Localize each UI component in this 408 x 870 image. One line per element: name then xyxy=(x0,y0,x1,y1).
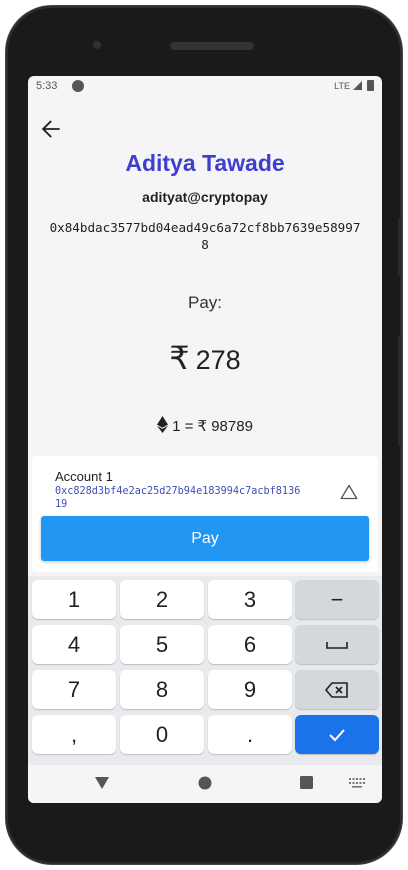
nav-recents-icon[interactable] xyxy=(300,776,313,789)
app-screen: 5:33 LTE Aditya Tawade adityat@cryptopay… xyxy=(28,76,382,803)
warning-triangle-icon[interactable] xyxy=(340,484,358,500)
navigation-bar xyxy=(28,765,382,803)
key-comma[interactable]: , xyxy=(32,715,116,754)
ethereum-icon xyxy=(157,416,169,433)
currency-symbol: ₹ xyxy=(169,340,190,376)
key-backspace[interactable] xyxy=(295,670,379,709)
payee-address: 0x84bdac3577bd04ead49c6a72cf8bb7639e5899… xyxy=(49,220,361,252)
payee-name: Aditya Tawade xyxy=(125,150,285,176)
key-3[interactable]: 3 xyxy=(208,580,292,619)
nav-home-icon[interactable] xyxy=(198,776,212,790)
front-camera xyxy=(92,40,102,50)
key-space[interactable] xyxy=(295,625,379,664)
exchange-rate-text: 1 = ₹ 98789 xyxy=(172,418,253,435)
power-button xyxy=(398,336,402,446)
key-6[interactable]: 6 xyxy=(208,625,292,664)
checkmark-icon xyxy=(329,728,345,741)
status-bar: 5:33 LTE xyxy=(28,76,382,98)
keyboard-switch-icon[interactable] xyxy=(349,778,365,788)
key-0[interactable]: 0 xyxy=(120,715,204,754)
key-7[interactable]: 7 xyxy=(32,670,116,709)
amount-value: 278 xyxy=(195,345,241,375)
earpiece-speaker xyxy=(170,42,254,50)
payee-handle: adityat@cryptopay xyxy=(142,189,268,205)
network-type: LTE xyxy=(334,81,350,91)
key-8[interactable]: 8 xyxy=(120,670,204,709)
nav-back-icon[interactable] xyxy=(95,777,109,789)
key-done[interactable] xyxy=(295,715,379,754)
pay-button[interactable]: Pay xyxy=(41,516,369,561)
signal-icon xyxy=(353,81,362,90)
numeric-keyboard: 1 2 3 − 4 5 6 7 8 9 , 0 . xyxy=(28,576,382,765)
key-5[interactable]: 5 xyxy=(120,625,204,664)
status-time: 5:33 xyxy=(36,80,58,92)
key-9[interactable]: 9 xyxy=(208,670,292,709)
amount-display[interactable]: ₹278 xyxy=(28,339,382,377)
account-card[interactable]: Account 1 0xc828d3bf4e2ac25d27b94e183994… xyxy=(32,456,378,572)
back-arrow-icon[interactable] xyxy=(38,116,64,142)
key-4[interactable]: 4 xyxy=(32,625,116,664)
exchange-rate: 1 = ₹ 98789 xyxy=(28,416,382,435)
key-2[interactable]: 2 xyxy=(120,580,204,619)
backspace-icon xyxy=(325,681,348,698)
volume-button xyxy=(398,218,402,276)
key-1[interactable]: 1 xyxy=(32,580,116,619)
pay-label: Pay: xyxy=(187,293,223,312)
key-period[interactable]: . xyxy=(208,715,292,754)
sync-icon xyxy=(72,80,84,92)
account-address: 0xc828d3bf4e2ac25d27b94e183994c7acbf8136… xyxy=(55,486,301,510)
key-minus[interactable]: − xyxy=(295,580,379,619)
battery-icon xyxy=(367,80,374,91)
account-name: Account 1 xyxy=(55,469,113,484)
space-icon xyxy=(326,641,348,649)
